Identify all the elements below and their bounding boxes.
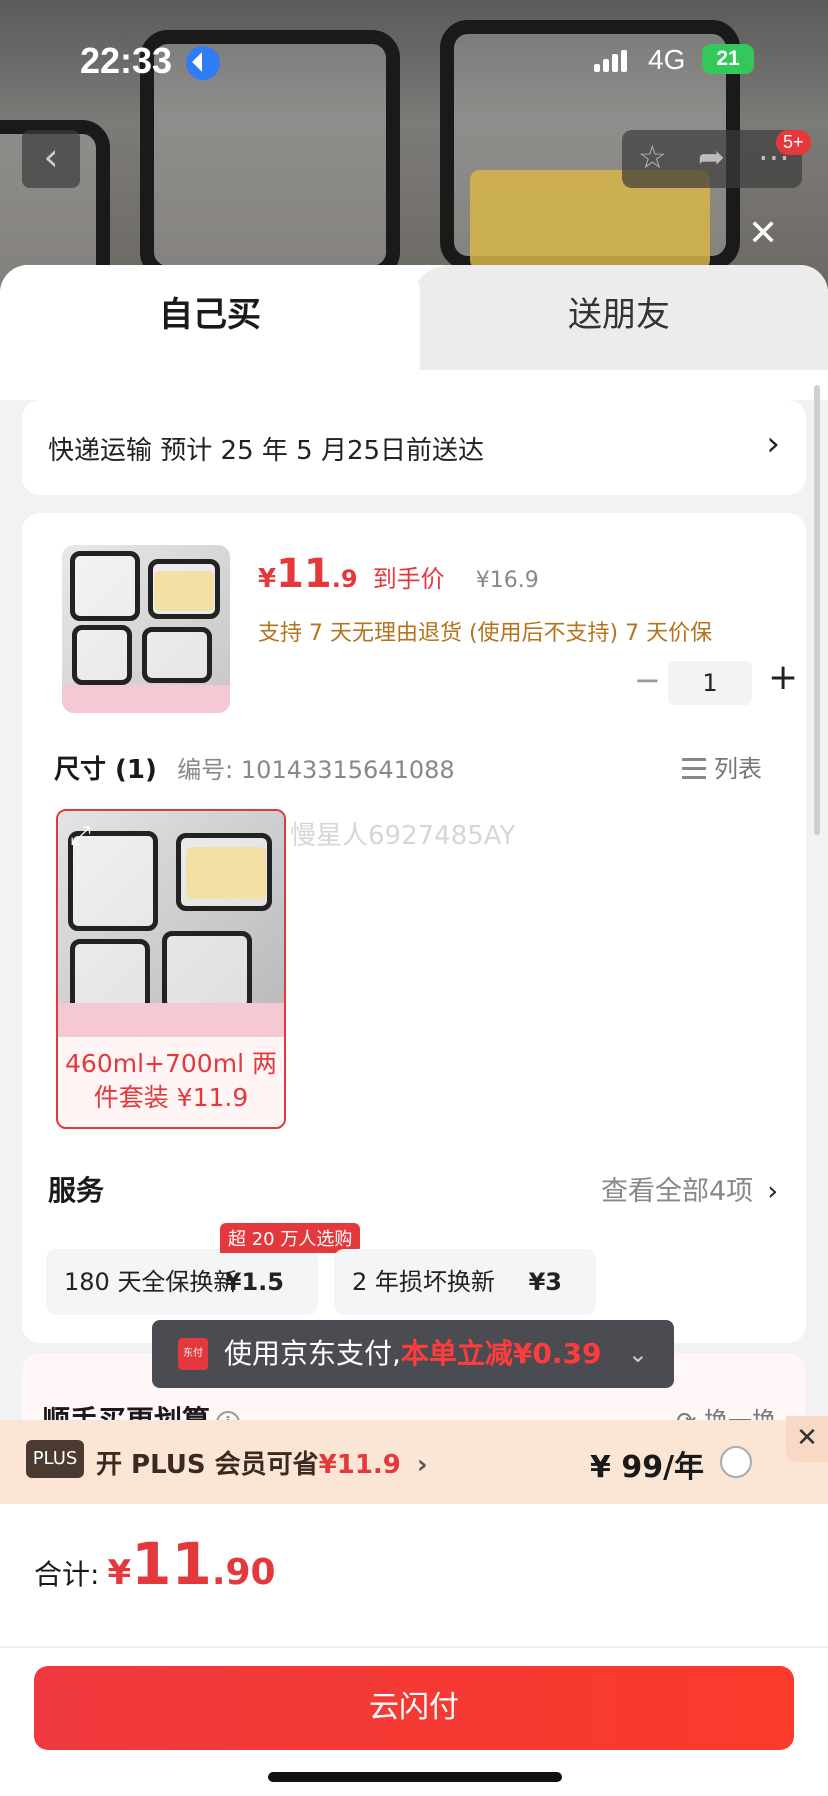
unionpay-quickpass-button[interactable]: 云闪付 [34, 1666, 794, 1750]
plus-membership-bar[interactable]: PLUS 开 PLUS 会员可省¥11.9 › ¥ 99/年 ✕ [0, 1416, 828, 1504]
support-policy: 支持 7 天无理由退货 (使用后不支持) 7 天价保 [258, 621, 713, 646]
jd-pay-icon: 东付 [178, 1338, 208, 1370]
home-indicator [268, 1772, 562, 1782]
chevron-right-icon: › [766, 424, 780, 464]
list-view-button[interactable]: 列表 [682, 749, 762, 784]
tab-buy-self[interactable]: 自己买 [0, 265, 420, 370]
pay-tip-text: 使用京东支付,本单立减¥0.39 [224, 1337, 602, 1370]
status-time: 22:33 [80, 40, 173, 81]
service-option[interactable]: 2 年损坏换新 ¥3 [334, 1249, 596, 1315]
popular-badge: 超 20 万人选购 [220, 1223, 361, 1253]
shipping-text: 快递运输 预计 25 年 5 月25日前送达 [48, 436, 485, 466]
decrease-button[interactable]: − [634, 661, 661, 699]
expand-icon[interactable]: ⤢ [70, 821, 91, 852]
service-name: 180 天全保换新 [64, 1268, 238, 1296]
message-count-badge: 5+ [776, 130, 811, 155]
services-view-all[interactable]: 查看全部4项 › [601, 1169, 778, 1208]
price-row: ¥11.9 到手价 ¥16.9 [258, 551, 539, 597]
service-option[interactable]: 180 天全保换新 ¥1.5 [46, 1249, 318, 1315]
quantity-input[interactable]: 1 [668, 661, 752, 705]
close-icon[interactable]: ✕ [786, 1416, 828, 1462]
product-code: 编号: 10143315641088 [177, 756, 455, 784]
close-icon[interactable]: ✕ [748, 213, 778, 254]
tab-bar: 送朋友 自己买 [0, 265, 828, 400]
chevron-right-icon: › [767, 1176, 778, 1207]
price-integer: 11 [276, 551, 332, 597]
back-button[interactable]: ‹ [22, 130, 80, 188]
services-title: 服务 [48, 1174, 105, 1207]
total-price: 合计: ¥11.90 [34, 1530, 276, 1598]
divider [0, 1646, 828, 1648]
variant-label: 460ml+700ml 两件套装 ¥11.9 [65, 1049, 277, 1112]
tab-gift-friend[interactable]: 送朋友 [410, 265, 828, 370]
price-symbol: ¥ [258, 564, 277, 594]
status-bar: 22:33 4G 21 [0, 0, 828, 120]
size-label: 尺寸 (1) [54, 755, 157, 785]
variant-image [58, 811, 284, 1037]
plus-price: ¥ 99/年 [590, 1450, 705, 1485]
service-price: ¥3 [528, 1268, 562, 1296]
shipping-row[interactable]: 快递运输 预计 25 年 5 月25日前送达 › [22, 400, 806, 495]
product-card: ¥11.9 到手价 ¥16.9 支持 7 天无理由退货 (使用后不支持) 7 天… [22, 513, 806, 1343]
jd-pay-tip[interactable]: 东付 使用京东支付,本单立减¥0.39 ⌄ [152, 1320, 674, 1388]
checkout-bar: 合计: ¥11.90 云闪付 [0, 1504, 828, 1796]
network-type: 4G [648, 44, 686, 75]
scrollbar[interactable] [814, 385, 820, 835]
share-icon[interactable]: ➦ [698, 138, 725, 176]
product-thumbnail[interactable] [62, 545, 230, 713]
plus-badge: PLUS [26, 1440, 84, 1478]
star-icon[interactable]: ☆ [638, 138, 667, 176]
original-price: ¥16.9 [475, 568, 539, 593]
chevron-down-icon: ⌄ [627, 1340, 648, 1368]
price-label: 到手价 [372, 565, 445, 593]
service-name: 2 年损坏换新 [352, 1268, 495, 1296]
list-label: 列表 [714, 755, 762, 783]
service-price: ¥1.5 [224, 1268, 284, 1296]
increase-button[interactable]: + [768, 657, 798, 698]
battery-indicator: 21 [702, 44, 754, 74]
location-arrow-icon [186, 46, 220, 80]
variant-option-selected[interactable]: ⤢ 460ml+700ml 两件套装 ¥11.9 [56, 809, 286, 1129]
purchase-sheet: 送朋友 自己买 快递运输 预计 25 年 5 月25日前送达 › ¥11.9 到… [0, 265, 828, 1796]
price-decimal: .9 [331, 565, 358, 593]
plus-select-radio[interactable] [720, 1446, 752, 1478]
chevron-right-icon: › [416, 1450, 428, 1480]
list-icon [682, 758, 706, 780]
size-row: 尺寸 (1) 编号: 10143315641088 [54, 749, 455, 786]
plus-promo-text: 开 PLUS 会员可省¥11.9 › [96, 1450, 428, 1480]
watermark-text: 慢星人6927485AY [290, 821, 516, 851]
signal-icon [594, 50, 630, 76]
top-action-group: ☆ ➦ ⋯ [622, 130, 802, 188]
view-all-label: 查看全部4项 [601, 1176, 754, 1207]
